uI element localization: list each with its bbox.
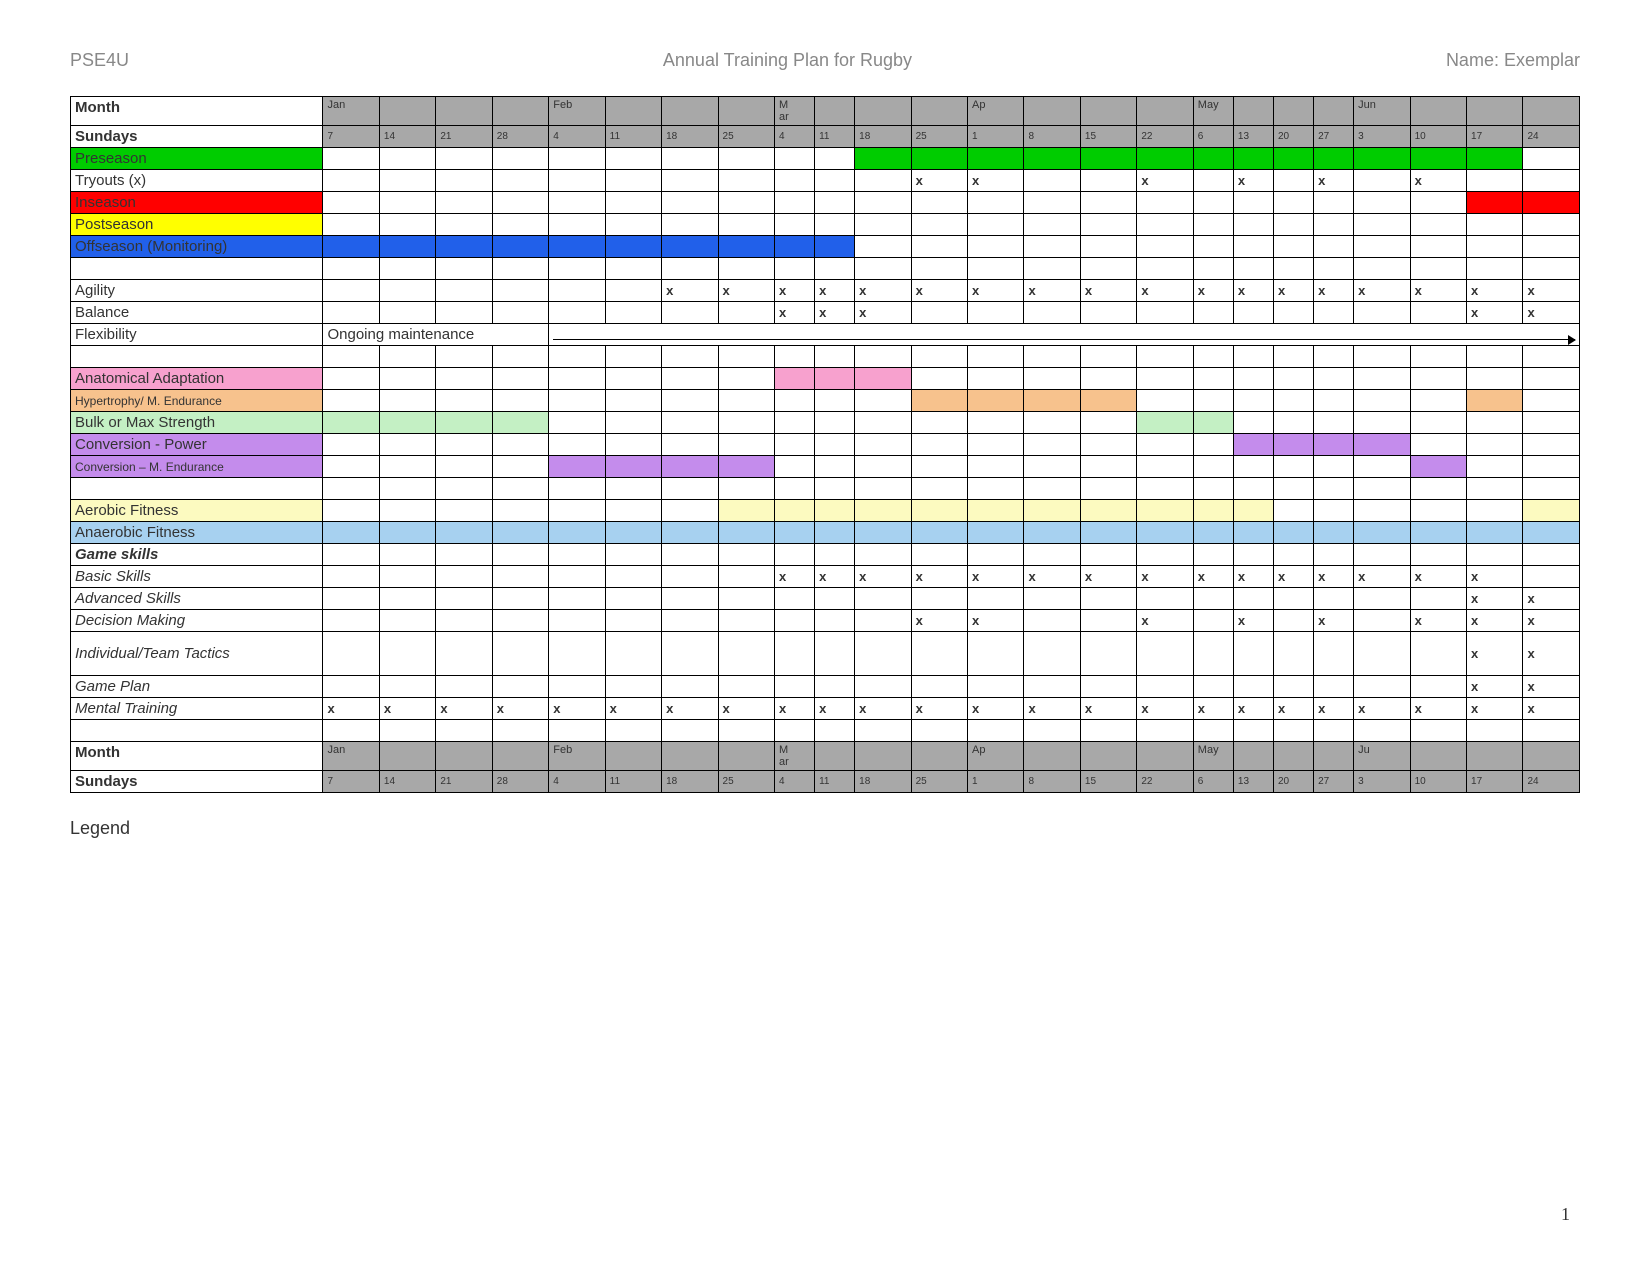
legend-label: Legend [70,818,1580,839]
row-mental: Mental Trainingxxxxxxxxxxxxxxxxxxxxxxxx [71,698,1580,720]
row-aerobic: Aerobic Fitness [71,500,1580,522]
row-tryouts: Tryouts (x)xxxxxx [71,170,1580,192]
header-center: Annual Training Plan for Rugby [663,50,912,71]
row-inseason: Inseason [71,192,1580,214]
row-gplan: Game Planxx [71,676,1580,698]
row-bulk: Bulk or Max Strength [71,412,1580,434]
row-basic: Basic Skillsxxxxxxxxxxxxxxx [71,566,1580,588]
row-anaerobic: Anaerobic Fitness [71,522,1580,544]
row-dec: Decision Makingxxxxxxxx [71,610,1580,632]
sunday-row: Sundays714212841118254111825181522613202… [71,126,1580,148]
row-offseason: Offseason (Monitoring) [71,236,1580,258]
spacer-row [71,720,1580,742]
row-convm: Conversion – M. Endurance [71,456,1580,478]
row-adv: Advanced Skillsxx [71,588,1580,610]
month-row: MonthJanFebMarApMayJu [71,742,1580,771]
row-agility: Agilityxxxxxxxxxxxxxxxxxx [71,280,1580,302]
doc-header: PSE4U Annual Training Plan for Rugby Nam… [70,50,1580,71]
row-balance: Balancexxxxx [71,302,1580,324]
row-convp: Conversion - Power [71,434,1580,456]
header-left: PSE4U [70,50,129,71]
row-anat: Anatomical Adaptation [71,368,1580,390]
month-row: MonthJanFebMarApMayJun [71,97,1580,126]
row-itt: Individual/Team Tacticsxx [71,632,1580,676]
training-plan-table: MonthJanFebMarApMayJunSundays71421284111… [70,96,1580,793]
row-postseason: Postseason [71,214,1580,236]
row-preseason: Preseason [71,148,1580,170]
spacer-row [71,478,1580,500]
spacer-row [71,258,1580,280]
sunday-row: Sundays714212841118254111825181522613202… [71,771,1580,793]
row-label-only: Game skills [71,544,1580,566]
row-hyper: Hypertrophy/ M. Endurance [71,390,1580,412]
header-right: Name: Exemplar [1446,50,1580,71]
row-flexibility: FlexibilityOngoing maintenance [71,324,1580,346]
spacer-row [71,346,1580,368]
page-number: 1 [1561,1204,1570,1225]
